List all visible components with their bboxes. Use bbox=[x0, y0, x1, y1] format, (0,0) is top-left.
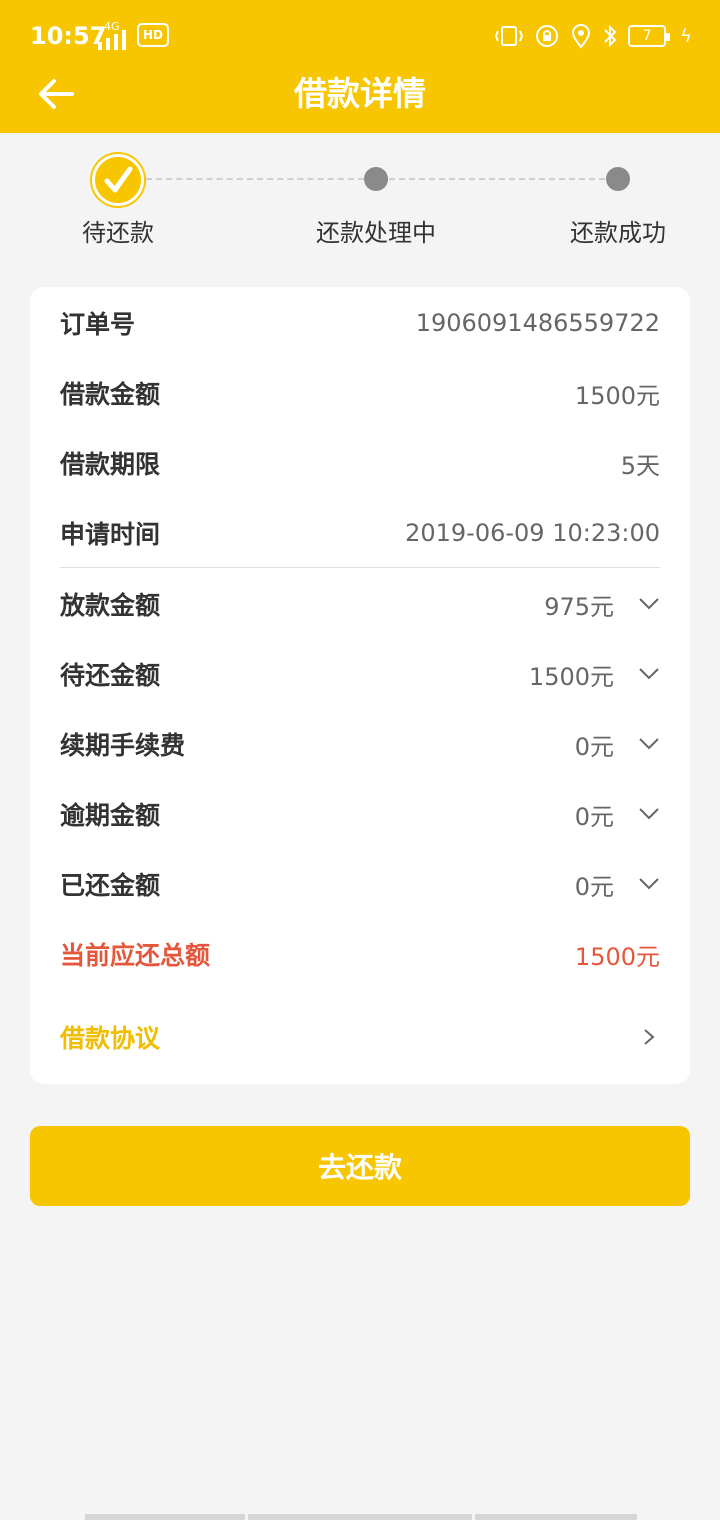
order-number-row: 订单号 1906091486559722 bbox=[60, 303, 660, 343]
to-repay-amount-row[interactable]: 待还金额 1500元 bbox=[60, 654, 660, 694]
step-connector bbox=[389, 178, 605, 180]
order-number-label: 订单号 bbox=[60, 310, 136, 339]
chevron-right-icon bbox=[644, 1029, 655, 1045]
repay-button[interactable]: 去还款 bbox=[30, 1126, 690, 1206]
chevron-down-icon[interactable] bbox=[638, 873, 660, 895]
bluetooth-icon bbox=[604, 24, 617, 48]
step-connector bbox=[146, 178, 364, 180]
loan-detail-card: 订单号 1906091486559722 借款金额 1500元 借款期限 5天 … bbox=[30, 287, 690, 1084]
overdue-amount-value: 0元 bbox=[574, 802, 614, 831]
renewal-fee-row[interactable]: 续期手续费 0元 bbox=[60, 724, 660, 764]
progress-steps: 待还款 还款处理中 还款成功 bbox=[0, 133, 720, 273]
repaid-amount-row[interactable]: 已还金额 0元 bbox=[60, 864, 660, 904]
disbursed-amount-row[interactable]: 放款金额 975元 bbox=[60, 584, 660, 624]
chevron-down-icon[interactable] bbox=[638, 663, 660, 685]
overdue-amount-label: 逾期金额 bbox=[60, 801, 161, 830]
order-number-value: 1906091486559722 bbox=[415, 309, 660, 337]
loan-agreement-link[interactable]: 借款协议 bbox=[60, 1017, 660, 1057]
lock-rotation-icon bbox=[536, 25, 559, 47]
step-label-pending: 待还款 bbox=[82, 219, 154, 247]
renewal-fee-label: 续期手续费 bbox=[60, 731, 186, 760]
network-label: 4G bbox=[104, 20, 120, 33]
bottom-edge bbox=[85, 1514, 637, 1520]
signal-icon: 4G bbox=[98, 20, 126, 50]
apply-time-row: 申请时间 2019-06-09 10:23:00 bbox=[60, 513, 660, 553]
total-due-label: 当前应还总额 bbox=[60, 941, 211, 970]
status-time: 10:57 bbox=[30, 22, 107, 50]
apply-time-value: 2019-06-09 10:23:00 bbox=[405, 519, 660, 547]
step-dot-processing bbox=[364, 167, 388, 191]
total-due-value: 1500元 bbox=[574, 942, 660, 971]
header-bar: 10:57 4G HD 7 ϟ 借款详情 bbox=[0, 0, 720, 133]
total-due-row: 当前应还总额 1500元 bbox=[60, 934, 660, 974]
loan-agreement-label: 借款协议 bbox=[60, 1024, 161, 1053]
chevron-down-icon[interactable] bbox=[638, 733, 660, 755]
battery-icon: 7 bbox=[628, 25, 671, 47]
loan-amount-row: 借款金额 1500元 bbox=[60, 373, 660, 413]
chevron-down-icon[interactable] bbox=[638, 803, 660, 825]
loan-term-row: 借款期限 5天 bbox=[60, 443, 660, 483]
divider bbox=[60, 567, 660, 568]
hd-badge: HD bbox=[137, 23, 169, 47]
repaid-amount-value: 0元 bbox=[574, 872, 614, 901]
to-repay-amount-label: 待还金额 bbox=[60, 661, 161, 690]
loan-term-label: 借款期限 bbox=[60, 450, 161, 479]
overdue-amount-row[interactable]: 逾期金额 0元 bbox=[60, 794, 660, 834]
apply-time-label: 申请时间 bbox=[60, 520, 161, 549]
location-icon bbox=[572, 24, 591, 49]
page-title: 借款详情 bbox=[294, 74, 426, 113]
step-label-success: 还款成功 bbox=[570, 219, 666, 247]
chevron-down-icon[interactable] bbox=[638, 593, 660, 615]
disbursed-amount-label: 放款金额 bbox=[60, 591, 161, 620]
disbursed-amount-value: 975元 bbox=[544, 592, 614, 621]
check-icon bbox=[92, 154, 144, 206]
vibrate-icon bbox=[495, 26, 524, 46]
step-dot-success bbox=[606, 167, 630, 191]
step-label-processing: 还款处理中 bbox=[316, 219, 436, 247]
to-repay-amount-value: 1500元 bbox=[528, 662, 614, 691]
loan-amount-label: 借款金额 bbox=[60, 380, 161, 409]
repaid-amount-label: 已还金额 bbox=[60, 871, 161, 900]
renewal-fee-value: 0元 bbox=[574, 732, 614, 761]
loan-term-value: 5天 bbox=[620, 451, 660, 480]
loan-amount-value: 1500元 bbox=[574, 381, 660, 410]
status-icons: 7 ϟ bbox=[494, 21, 692, 51]
status-bar: 10:57 4G HD 7 ϟ bbox=[0, 0, 720, 72]
charging-icon: ϟ bbox=[680, 25, 692, 47]
